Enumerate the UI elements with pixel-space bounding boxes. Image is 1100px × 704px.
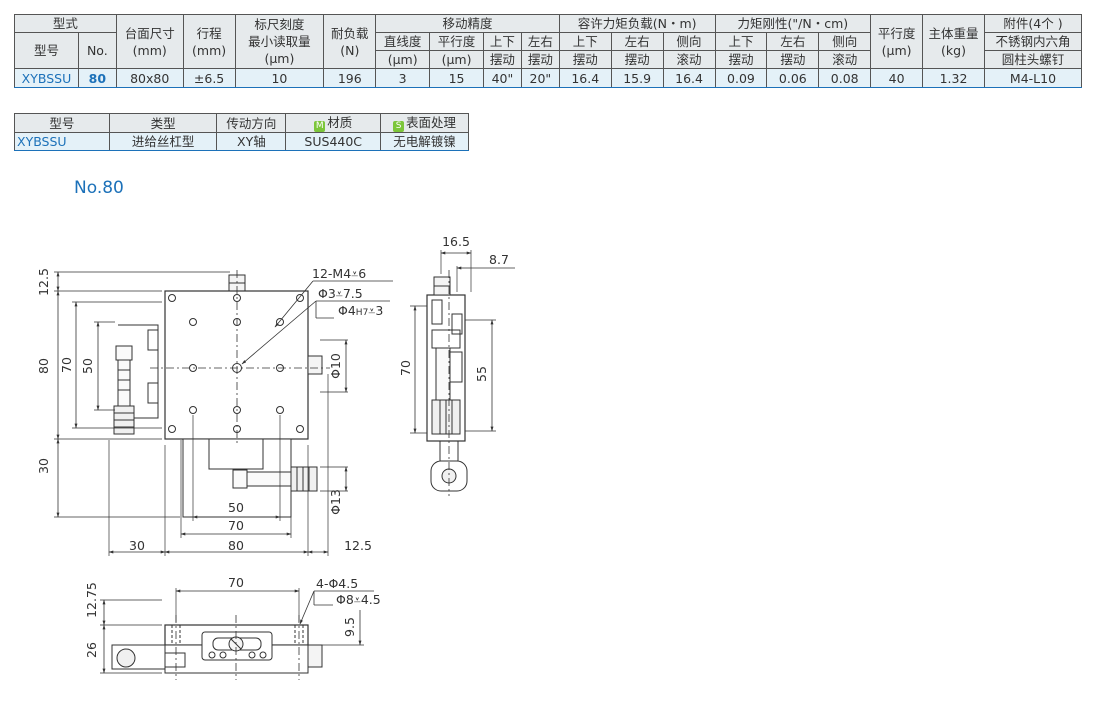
front-note-holes: 4-Φ4.5 <box>316 576 358 591</box>
dim-phi10: Φ10 <box>328 353 343 379</box>
front-dim-70: 70 <box>228 575 244 590</box>
front-dim-12-75: 12.75 <box>84 582 99 618</box>
dim-70-vertical: 70 <box>59 357 74 373</box>
front-view <box>100 588 374 680</box>
dim-50-vertical: 50 <box>80 358 95 374</box>
front-dim-9-5: 9.5 <box>342 617 357 637</box>
dim-80-horizontal: 80 <box>228 538 244 553</box>
dim-70-horizontal: 70 <box>228 518 244 533</box>
dim-phi13: Φ13 <box>328 489 343 515</box>
note-pin: Φ3⩡7.5 <box>318 286 363 301</box>
side-dim-70: 70 <box>398 360 413 376</box>
front-note-cbore: Φ8⩡4.5 <box>336 592 381 607</box>
dim-30-vertical: 30 <box>36 458 51 474</box>
side-dim-16-5: 16.5 <box>442 234 470 249</box>
dim-12-5-horizontal: 12.5 <box>344 538 372 553</box>
side-dim-8-7: 8.7 <box>489 252 509 267</box>
dim-50-horizontal: 50 <box>228 500 244 515</box>
note-pin-hole: Φ4H7⩡3 <box>338 303 383 318</box>
front-dim-26: 26 <box>84 642 99 658</box>
dim-12-5-top: 12.5 <box>36 268 51 296</box>
side-dim-55: 55 <box>474 366 489 382</box>
note-holes: 12-M4⩡6 <box>312 266 366 281</box>
side-view <box>410 250 515 496</box>
dim-30-horizontal: 30 <box>129 538 145 553</box>
dim-80-vertical: 80 <box>36 358 51 374</box>
technical-drawing: 12.5 80 70 50 30 12-M4⩡6 Φ3⩡7.5 Φ4H7⩡3 Φ… <box>36 234 515 680</box>
